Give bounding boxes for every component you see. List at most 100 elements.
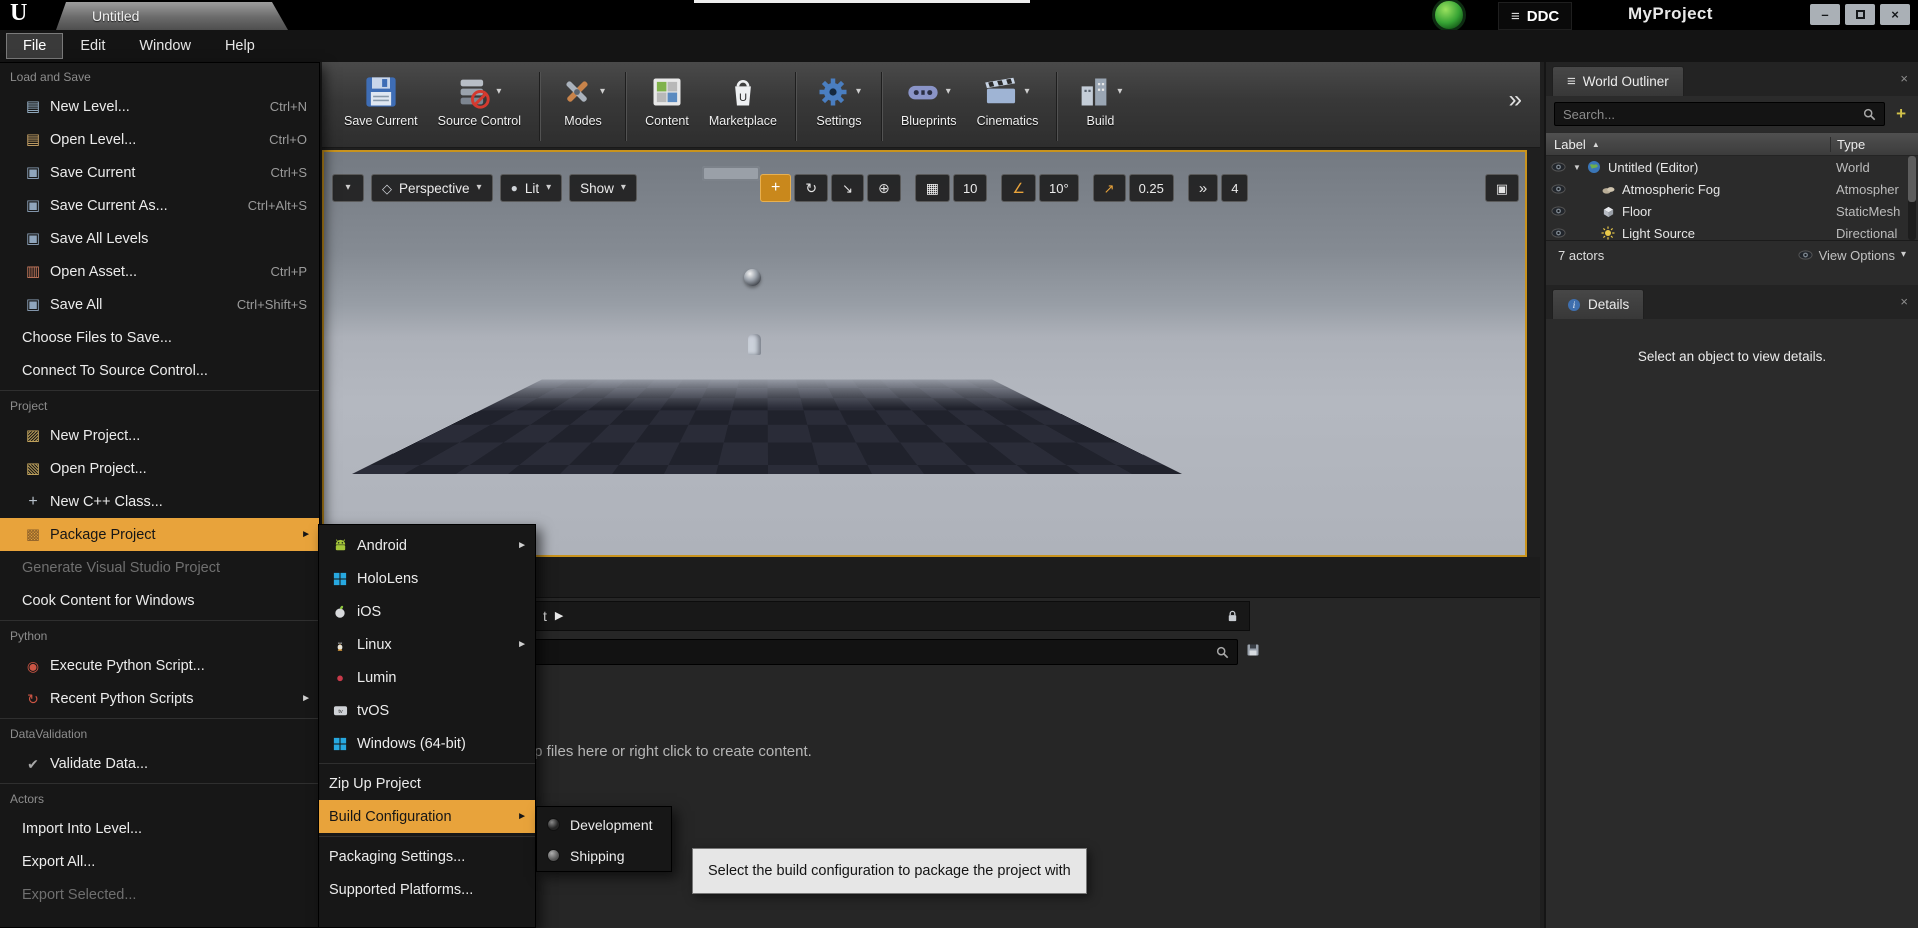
toolbar-marketplace-button[interactable]: UMarketplace: [699, 66, 787, 147]
outliner-row-atmospheric-fog[interactable]: Atmospheric FogAtmospher: [1546, 178, 1918, 200]
file-menu-item-package-project[interactable]: ▩Package Project►: [0, 518, 319, 551]
camera-speed-value[interactable]: 4: [1221, 174, 1248, 202]
visibility-toggle[interactable]: [1546, 162, 1570, 172]
tab-details[interactable]: i Details: [1552, 289, 1644, 319]
perspective-button[interactable]: ◇ Perspective ▾: [371, 174, 493, 202]
maximize-viewport-button[interactable]: ▣: [1485, 174, 1519, 202]
config-item-shipping[interactable]: Shipping: [537, 840, 671, 871]
show-menu-button[interactable]: Show ▾: [569, 174, 637, 202]
grid-snap-toggle[interactable]: ▦: [915, 174, 950, 202]
camera-speed-button[interactable]: »: [1188, 174, 1218, 202]
add-actor-icon[interactable]: +: [1892, 104, 1910, 124]
package-submenu-item-ios[interactable]: iOS: [319, 595, 535, 628]
package-submenu-item-build-configuration[interactable]: Build Configuration►: [319, 800, 535, 833]
rotate-tool-button[interactable]: ↻: [794, 174, 828, 202]
cinematics-dropdown-icon[interactable]: ▾: [1022, 85, 1031, 99]
toolbar-save-current-button[interactable]: Save Current: [334, 66, 428, 147]
minimize-button[interactable]: –: [1810, 4, 1840, 25]
file-menu-item-save-all-levels[interactable]: ▣Save All Levels: [0, 222, 319, 255]
package-submenu-item-lumin[interactable]: ●Lumin: [319, 661, 535, 694]
file-menu-item-new-level[interactable]: ▤New Level...Ctrl+N: [0, 90, 319, 123]
toolbar-settings-button[interactable]: ▾Settings: [805, 66, 873, 147]
package-submenu-item-linux[interactable]: Linux►: [319, 628, 535, 661]
expander-open[interactable]: ▼: [1570, 163, 1584, 172]
world-space-toggle[interactable]: ⊕: [867, 174, 901, 202]
scale-tool-button[interactable]: ↘: [831, 174, 864, 202]
rotation-snap-toggle[interactable]: ∠: [1001, 174, 1036, 202]
toolbar-overflow-chevron[interactable]: »: [1509, 86, 1530, 128]
toolbar-cinematics-button[interactable]: ▾Cinematics: [967, 66, 1049, 147]
close-panel-icon[interactable]: ×: [1900, 294, 1908, 309]
menubar-item-window[interactable]: Window: [122, 33, 208, 59]
grid-snap-value[interactable]: 10: [953, 174, 987, 202]
toolbar-build-button[interactable]: ▾Build: [1066, 66, 1134, 147]
column-header-label[interactable]: Label ▲: [1546, 137, 1830, 152]
file-menu-item-choose-files-to-save[interactable]: Choose Files to Save...: [0, 321, 319, 354]
floor-plane[interactable]: [352, 379, 1182, 474]
lit-mode-button[interactable]: ● Lit ▾: [500, 174, 563, 202]
package-submenu-item-packaging-settings[interactable]: Packaging Settings...: [319, 840, 535, 873]
ddc-indicator[interactable]: ≡ DDC: [1498, 2, 1572, 30]
file-menu-item-import-into-level[interactable]: Import Into Level...: [0, 812, 319, 845]
file-menu-item-open-project[interactable]: ▧Open Project...: [0, 452, 319, 485]
menubar-item-file[interactable]: File: [6, 33, 63, 59]
close-panel-icon[interactable]: ×: [1900, 71, 1908, 86]
scale-snap-toggle[interactable]: ↗: [1093, 174, 1126, 202]
sphere-actor[interactable]: [744, 269, 761, 286]
file-menu-item-save-current-as[interactable]: ▣Save Current As...Ctrl+Alt+S: [0, 189, 319, 222]
save-filter-icon[interactable]: [1246, 643, 1260, 657]
toolbar-content-button[interactable]: Content: [635, 66, 699, 147]
menubar-item-help[interactable]: Help: [208, 33, 272, 59]
outliner-scrollbar[interactable]: [1908, 156, 1916, 240]
file-menu-item-connect-to-source-control[interactable]: Connect To Source Control...: [0, 354, 319, 387]
file-menu-item-export-all[interactable]: Export All...: [0, 845, 319, 878]
lock-icon[interactable]: [1226, 609, 1239, 623]
player-start-actor[interactable]: [748, 334, 761, 355]
settings-dropdown-icon[interactable]: ▾: [854, 85, 863, 99]
file-menu-item-validate-data[interactable]: ✔Validate Data...: [0, 747, 319, 780]
toolbar-source-control-button[interactable]: ▾Source Control: [428, 66, 531, 147]
menubar-item-edit[interactable]: Edit: [63, 33, 122, 59]
config-item-development[interactable]: Development: [537, 809, 671, 840]
build-dropdown-icon[interactable]: ▾: [1115, 85, 1124, 99]
viewport-options-dropdown[interactable]: ▾: [332, 174, 364, 202]
outliner-row-floor[interactable]: FloorStaticMesh: [1546, 200, 1918, 222]
blueprints-dropdown-icon[interactable]: ▾: [944, 85, 953, 99]
package-submenu-item-tvos[interactable]: tvtvOS: [319, 694, 535, 727]
file-menu-item-save-all[interactable]: ▣Save AllCtrl+Shift+S: [0, 288, 319, 321]
outliner-row-untitled-editor[interactable]: ▼Untitled (Editor)World: [1546, 156, 1918, 178]
package-submenu-item-android[interactable]: Android►: [319, 529, 535, 562]
document-tab[interactable]: Untitled: [56, 2, 288, 30]
file-menu-item-save-current[interactable]: ▣Save CurrentCtrl+S: [0, 156, 319, 189]
level-viewport[interactable]: ▾ ◇ Perspective ▾ ● Lit ▾ Show ▾ + ↻ ↘ ⊕…: [322, 150, 1527, 557]
visibility-toggle[interactable]: [1546, 228, 1570, 238]
scale-snap-value[interactable]: 0.25: [1129, 174, 1174, 202]
column-header-type[interactable]: Type: [1830, 137, 1918, 152]
package-submenu-item-windows-64-bit[interactable]: Windows (64-bit): [319, 727, 535, 760]
restore-button[interactable]: [1845, 4, 1875, 25]
visibility-toggle[interactable]: [1546, 184, 1570, 194]
package-submenu-item-hololens[interactable]: HoloLens: [319, 562, 535, 595]
file-menu-item-open-level[interactable]: ▤Open Level...Ctrl+O: [0, 123, 319, 156]
file-menu-item-recent-python-scripts[interactable]: ↻Recent Python Scripts►: [0, 682, 319, 715]
source-control-dropdown-icon[interactable]: ▾: [494, 85, 503, 99]
package-submenu-item-zip-up-project[interactable]: Zip Up Project: [319, 767, 535, 800]
view-options-button[interactable]: View Options ▾: [1798, 248, 1906, 263]
scrollbar-thumb[interactable]: [1908, 156, 1916, 202]
move-tool-button[interactable]: +: [760, 174, 791, 202]
modes-dropdown-icon[interactable]: ▾: [598, 85, 607, 99]
toolbar-modes-button[interactable]: ▾Modes: [549, 66, 617, 147]
package-submenu-item-supported-platforms[interactable]: Supported Platforms...: [319, 873, 535, 906]
outliner-search-input[interactable]: Search...: [1554, 102, 1885, 126]
file-menu-item-execute-python-script[interactable]: ◉Execute Python Script...: [0, 649, 319, 682]
breadcrumb[interactable]: t ▶: [543, 608, 563, 624]
file-menu-item-new-project[interactable]: ▨New Project...: [0, 419, 319, 452]
file-menu-item-open-asset[interactable]: ▥Open Asset...Ctrl+P: [0, 255, 319, 288]
outliner-row-light-source[interactable]: Light SourceDirectional: [1546, 222, 1918, 240]
rotation-snap-value[interactable]: 10°: [1039, 174, 1079, 202]
visibility-toggle[interactable]: [1546, 206, 1570, 216]
close-button[interactable]: ×: [1880, 4, 1910, 25]
tab-world-outliner[interactable]: ≡ World Outliner: [1552, 66, 1684, 96]
file-menu-item-cook-content-for-windows[interactable]: Cook Content for Windows: [0, 584, 319, 617]
toolbar-blueprints-button[interactable]: ▾Blueprints: [891, 66, 967, 147]
